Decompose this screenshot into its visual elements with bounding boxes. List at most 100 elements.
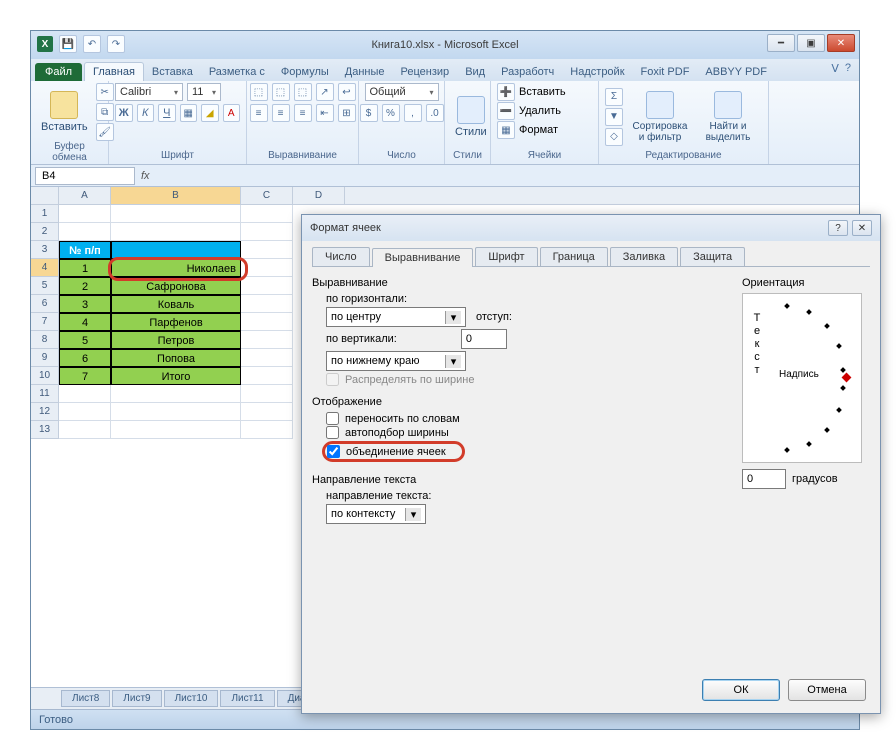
- tab-formulas[interactable]: Формулы: [273, 63, 337, 81]
- row-header[interactable]: 2: [31, 223, 59, 241]
- row-header[interactable]: 4: [31, 259, 59, 277]
- ok-button[interactable]: ОК: [702, 679, 780, 701]
- row-header[interactable]: 7: [31, 313, 59, 331]
- underline-icon[interactable]: Ч: [158, 104, 176, 122]
- merge-icon[interactable]: ⊞: [338, 104, 356, 122]
- cell[interactable]: [111, 403, 241, 421]
- close-button[interactable]: ✕: [827, 34, 855, 52]
- cell[interactable]: [111, 205, 241, 223]
- cell[interactable]: 2: [59, 277, 111, 295]
- align-right-icon[interactable]: ≡: [294, 104, 312, 122]
- fill-icon[interactable]: ▼: [605, 108, 623, 126]
- dlg-tab-border[interactable]: Граница: [540, 247, 608, 266]
- dialog-close-icon[interactable]: ✕: [852, 220, 872, 236]
- cell[interactable]: [111, 421, 241, 439]
- align-top-icon[interactable]: ⬚: [250, 83, 268, 101]
- dlg-tab-font[interactable]: Шрифт: [475, 247, 537, 266]
- cell[interactable]: [241, 403, 293, 421]
- tab-foxit[interactable]: Foxit PDF: [633, 63, 698, 81]
- cell[interactable]: [241, 205, 293, 223]
- wrap-text-icon[interactable]: ↩: [338, 83, 356, 101]
- cell[interactable]: [241, 367, 293, 385]
- row-header[interactable]: 9: [31, 349, 59, 367]
- italic-icon[interactable]: К: [137, 104, 155, 122]
- cell[interactable]: [241, 313, 293, 331]
- cell-header-b[interactable]: [111, 241, 241, 259]
- cell[interactable]: [241, 223, 293, 241]
- font-size-combo[interactable]: 11▾: [187, 83, 221, 101]
- vertical-align-combo[interactable]: по нижнему краю▾: [326, 351, 466, 371]
- cell[interactable]: 3: [59, 295, 111, 313]
- shrink-to-fit-checkbox[interactable]: [326, 426, 339, 439]
- cell[interactable]: 7: [59, 367, 111, 385]
- save-icon[interactable]: 💾: [59, 35, 77, 53]
- cells-insert-button[interactable]: ➕Вставить: [497, 83, 592, 101]
- orientation-handle-icon[interactable]: [842, 373, 852, 383]
- align-bottom-icon[interactable]: ⬚: [294, 83, 312, 101]
- col-header-c[interactable]: C: [241, 187, 293, 204]
- name-box[interactable]: B4: [35, 167, 135, 185]
- text-direction-combo[interactable]: по контексту▾: [326, 504, 426, 524]
- cell[interactable]: [111, 385, 241, 403]
- cell[interactable]: Сафронова: [111, 277, 241, 295]
- orientation-control[interactable]: Текст Надпись: [742, 293, 862, 463]
- tab-page-layout[interactable]: Разметка с: [201, 63, 273, 81]
- redo-icon[interactable]: ↷: [107, 35, 125, 53]
- dlg-tab-fill[interactable]: Заливка: [610, 247, 678, 266]
- row-header[interactable]: 10: [31, 367, 59, 385]
- tab-file[interactable]: Файл: [35, 63, 82, 81]
- merge-cells-checkbox[interactable]: [327, 445, 340, 458]
- align-middle-icon[interactable]: ⬚: [272, 83, 290, 101]
- cell[interactable]: [59, 223, 111, 241]
- col-header-b[interactable]: B: [111, 187, 241, 204]
- cell[interactable]: [241, 241, 293, 259]
- cell[interactable]: 5: [59, 331, 111, 349]
- col-header-a[interactable]: A: [59, 187, 111, 204]
- cell[interactable]: [241, 295, 293, 313]
- sheet-tab[interactable]: Лист10: [164, 690, 219, 707]
- sheet-tab[interactable]: Лист11: [220, 690, 274, 707]
- indent-spinner[interactable]: 0: [461, 329, 507, 349]
- cell[interactable]: 4: [59, 313, 111, 331]
- cell[interactable]: [241, 331, 293, 349]
- cell[interactable]: [241, 259, 293, 277]
- dlg-tab-alignment[interactable]: Выравнивание: [372, 248, 474, 267]
- cancel-button[interactable]: Отмена: [788, 679, 866, 701]
- cell[interactable]: 1: [59, 259, 111, 277]
- fill-color-icon[interactable]: ◢: [201, 104, 219, 122]
- currency-icon[interactable]: $: [360, 104, 378, 122]
- dlg-tab-protection[interactable]: Защита: [680, 247, 745, 266]
- tab-home[interactable]: Главная: [84, 62, 144, 81]
- cell[interactable]: [241, 277, 293, 295]
- cell[interactable]: [59, 403, 111, 421]
- col-header-d[interactable]: D: [293, 187, 345, 204]
- sheet-tab[interactable]: Лист9: [112, 690, 161, 707]
- row-header[interactable]: 12: [31, 403, 59, 421]
- row-header[interactable]: 11: [31, 385, 59, 403]
- sort-filter-button[interactable]: Сортировка и фильтр: [627, 89, 693, 145]
- cell[interactable]: [111, 223, 241, 241]
- dlg-tab-number[interactable]: Число: [312, 247, 370, 266]
- clear-icon[interactable]: ◇: [605, 128, 623, 146]
- cell[interactable]: Попова: [111, 349, 241, 367]
- autosum-icon[interactable]: Σ: [605, 88, 623, 106]
- undo-icon[interactable]: ↶: [83, 35, 101, 53]
- tab-abbyy[interactable]: ABBYY PDF: [697, 63, 775, 81]
- cell[interactable]: Парфенов: [111, 313, 241, 331]
- help-icon[interactable]: ?: [845, 62, 851, 75]
- fx-icon[interactable]: fx: [141, 170, 150, 182]
- cell[interactable]: Итого: [111, 367, 241, 385]
- tab-developer[interactable]: Разработч: [493, 63, 562, 81]
- row-header[interactable]: 6: [31, 295, 59, 313]
- minimize-button[interactable]: ━: [767, 34, 795, 52]
- cell[interactable]: Петров: [111, 331, 241, 349]
- row-header[interactable]: 5: [31, 277, 59, 295]
- row-header[interactable]: 8: [31, 331, 59, 349]
- cell[interactable]: [241, 385, 293, 403]
- bold-icon[interactable]: Ж: [115, 104, 133, 122]
- cell-header-a[interactable]: № п/п: [59, 241, 111, 259]
- inc-dec-icon[interactable]: .0: [426, 104, 444, 122]
- tab-data[interactable]: Данные: [337, 63, 393, 81]
- row-header[interactable]: 1: [31, 205, 59, 223]
- orientation-icon[interactable]: ↗: [316, 83, 334, 101]
